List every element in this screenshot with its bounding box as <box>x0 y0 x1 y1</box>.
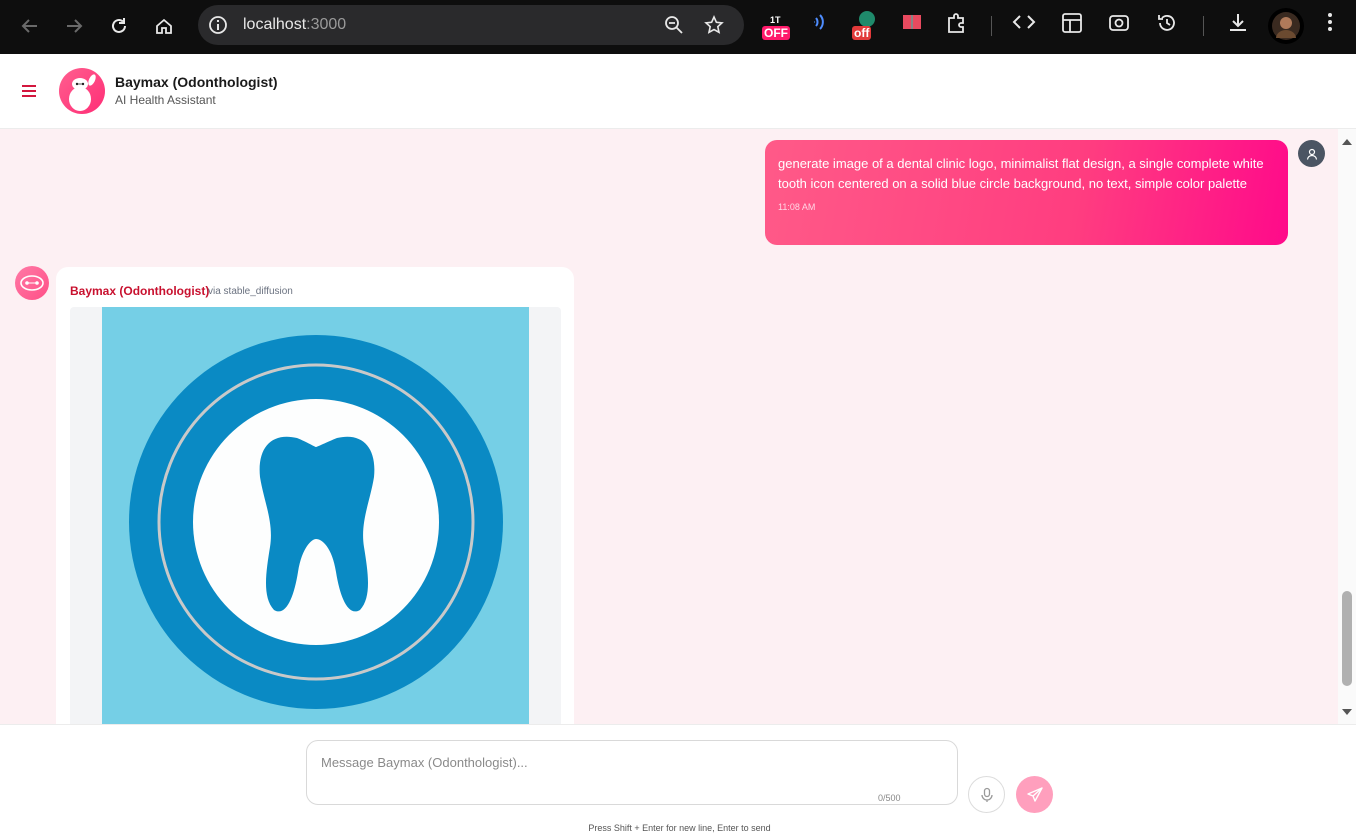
extensions-puzzle-icon[interactable] <box>946 12 976 42</box>
user-message-text: generate image of a dental clinic logo, … <box>778 156 1264 191</box>
devtools-code-icon[interactable] <box>1012 12 1042 42</box>
send-button[interactable] <box>1016 776 1053 813</box>
bot-message-card: Baymax (Odonthologist) via stable_diffus… <box>56 267 574 724</box>
user-avatar <box>1298 140 1325 167</box>
profile-avatar[interactable] <box>1268 8 1304 44</box>
bot-avatar <box>15 266 49 300</box>
character-counter: 0/500 <box>878 793 901 803</box>
extension-book-icon[interactable] <box>902 12 932 42</box>
toolbar-divider <box>1203 16 1204 36</box>
browser-menu-icon[interactable] <box>1320 12 1350 42</box>
voice-input-button[interactable] <box>968 776 1005 813</box>
download-icon[interactable] <box>1227 12 1257 42</box>
chat-messages[interactable]: generate image of a dental clinic logo, … <box>0 129 1338 724</box>
address-bar[interactable]: localhost:3000 <box>198 5 744 45</box>
message-input[interactable] <box>306 740 958 805</box>
assistant-title: Baymax (Odonthologist) <box>115 74 278 90</box>
composer: 0/500 Press Shift + Enter for new line, … <box>0 724 1356 840</box>
extension-signal-icon[interactable] <box>812 12 842 42</box>
microphone-icon <box>980 787 993 802</box>
zoom-icon[interactable] <box>664 15 684 35</box>
scroll-up-arrow-icon[interactable] <box>1341 137 1353 147</box>
tab-layout-icon[interactable] <box>1061 12 1091 42</box>
extension-off-icon[interactable]: off <box>852 11 882 42</box>
hamburger-menu-icon[interactable] <box>22 84 38 98</box>
browser-toolbar: localhost:3000 1T OFF off <box>0 0 1356 54</box>
extension-1t-icon[interactable]: 1T OFF <box>762 12 792 42</box>
url-text: localhost:3000 <box>243 16 347 33</box>
bot-name: Baymax (Odonthologist) <box>70 284 210 298</box>
reload-button[interactable] <box>105 12 133 40</box>
home-button[interactable] <box>150 12 178 40</box>
bot-model-source: via stable_diffusion <box>208 286 293 297</box>
toolbar-divider <box>991 16 992 36</box>
user-message-bubble: generate image of a dental clinic logo, … <box>765 140 1288 245</box>
history-icon[interactable] <box>1156 12 1186 42</box>
bookmark-star-icon[interactable] <box>704 15 724 35</box>
tooth-logo-image[interactable] <box>102 307 529 724</box>
composer-hint: Press Shift + Enter for new line, Enter … <box>588 823 771 833</box>
back-button[interactable] <box>16 12 44 40</box>
user-icon <box>1306 148 1317 160</box>
app-header: Baymax (Odonthologist) AI Health Assista… <box>0 54 1356 129</box>
site-info-icon[interactable] <box>208 15 228 35</box>
assistant-subtitle: AI Health Assistant <box>115 93 216 107</box>
chat-scrollbar[interactable] <box>1338 129 1356 724</box>
scroll-down-arrow-icon[interactable] <box>1341 707 1353 717</box>
baymax-face-icon <box>20 275 44 291</box>
scroll-thumb[interactable] <box>1342 591 1352 686</box>
baymax-avatar <box>59 68 105 114</box>
send-paper-plane-icon <box>1026 786 1043 802</box>
message-timestamp: 11:08 AM <box>778 202 816 212</box>
forward-button[interactable] <box>60 12 88 40</box>
screenshot-icon[interactable] <box>1108 12 1138 42</box>
